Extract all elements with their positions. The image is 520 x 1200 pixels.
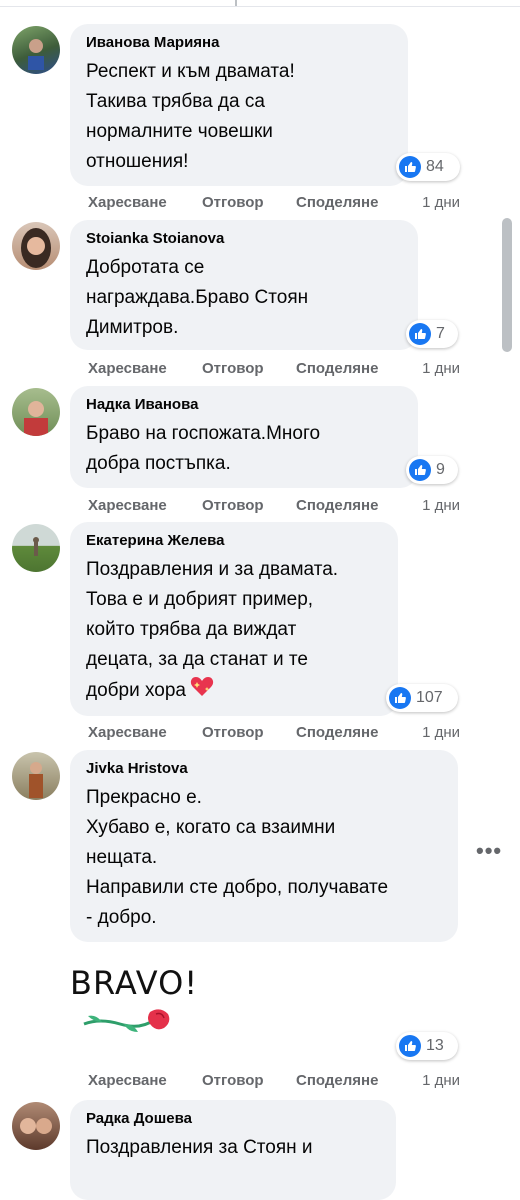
comment-author[interactable]: Иванова Марияна [86, 34, 392, 52]
avatar[interactable] [12, 388, 60, 436]
thumbs-up-icon [399, 1035, 421, 1057]
share-button[interactable]: Споделяне [296, 724, 414, 741]
timestamp[interactable]: 1 дни [422, 724, 460, 741]
thumbs-up-icon [399, 156, 421, 178]
reaction-number: 107 [416, 689, 443, 706]
reaction-number: 7 [436, 325, 445, 342]
like-button[interactable]: Харесване [88, 360, 202, 377]
like-button[interactable]: Харесване [88, 724, 202, 741]
sparkling-heart-icon [190, 675, 214, 707]
comment-text: Добротата се награждава.Браво Стоян Дими… [86, 257, 309, 338]
avatar[interactable] [12, 26, 60, 74]
comment-bubble: Надка Иванова Браво на госпожата.Много д… [70, 386, 418, 488]
reaction-count[interactable]: 13 [396, 1032, 458, 1060]
like-button[interactable]: Харесване [88, 497, 202, 514]
reply-button[interactable]: Отговор [202, 194, 296, 211]
comment-actions: Харесване Отговор Споделяне 1 дни [88, 724, 460, 741]
comment-author[interactable]: Екатерина Желева [86, 532, 382, 550]
timestamp[interactable]: 1 дни [422, 194, 460, 211]
rose-icon [83, 1009, 170, 1032]
comment-bubble: Екатерина Желева Поздравления и за двама… [70, 522, 398, 716]
comment-actions: Харесване Отговор Споделяне 1 дни [88, 497, 460, 514]
like-button[interactable]: Харесване [88, 1072, 202, 1089]
share-button[interactable]: Споделяне [296, 1072, 414, 1089]
reaction-number: 84 [426, 158, 444, 175]
thumbs-up-icon [409, 323, 431, 345]
thumbs-up-icon [389, 687, 411, 709]
timestamp[interactable]: 1 дни [422, 497, 460, 514]
comment-author[interactable]: Stoianka Stoianova [86, 230, 402, 248]
share-button[interactable]: Споделяне [296, 497, 414, 514]
reaction-count[interactable]: 84 [396, 153, 460, 181]
comment-bubble: Stoianka Stoianova Добротата се награжда… [70, 220, 418, 350]
comment-actions: Харесване Отговор Споделяне 1 дни [88, 360, 460, 377]
reply-button[interactable]: Отговор [202, 360, 296, 377]
sticker-text: BRAVO! [70, 964, 199, 1002]
reaction-number: 13 [426, 1037, 444, 1054]
scrollbar-thumb[interactable] [502, 218, 512, 352]
more-options-icon[interactable]: ••• [476, 838, 502, 864]
comment-text: Респект и към двамата! Такива трябва да … [86, 61, 295, 172]
comment-author[interactable]: Радка Дошева [86, 1110, 380, 1128]
reaction-count[interactable]: 107 [386, 684, 458, 712]
timestamp[interactable]: 1 дни [422, 1072, 460, 1089]
reaction-number: 9 [436, 461, 445, 478]
comment-author[interactable]: Jivka Hristova [86, 760, 442, 778]
avatar[interactable] [12, 1102, 60, 1150]
comment-bubble: Jivka Hristova Прекрасно е. Хубаво е, ко… [70, 750, 458, 942]
comment-text: Поздравления за Стоян и [86, 1137, 313, 1158]
like-button[interactable]: Харесване [88, 194, 202, 211]
reaction-count[interactable]: 7 [406, 320, 458, 348]
share-button[interactable]: Споделяне [296, 360, 414, 377]
avatar[interactable] [12, 222, 60, 270]
thumbs-up-icon [409, 459, 431, 481]
reply-button[interactable]: Отговор [202, 497, 296, 514]
avatar[interactable] [12, 524, 60, 572]
comment-bubble: Иванова Марияна Респект и към двамата! Т… [70, 24, 408, 186]
reply-button[interactable]: Отговор [202, 724, 296, 741]
comment-text: Поздравления и за двамата. Това е и добр… [86, 555, 382, 707]
timestamp[interactable]: 1 дни [422, 360, 460, 377]
comment-bubble: Радка Дошева Поздравления за Стоян и [70, 1100, 396, 1200]
comment-text: Прекрасно е. Хубаво е, когато са взаимни… [86, 787, 389, 928]
share-button[interactable]: Споделяне [296, 194, 414, 211]
comment-author[interactable]: Надка Иванова [86, 396, 402, 414]
comment-actions: Харесване Отговор Споделяне 1 дни [88, 1072, 460, 1089]
reply-button[interactable]: Отговор [202, 1072, 296, 1089]
reaction-count[interactable]: 9 [406, 456, 458, 484]
bravo-sticker: BRAVO! [70, 964, 200, 1044]
comment-text: Браво на госпожата.Много добра постъпка. [86, 423, 321, 474]
comment-actions: Харесване Отговор Споделяне 1 дни [88, 194, 460, 211]
avatar[interactable] [12, 752, 60, 800]
top-divider [0, 0, 520, 7]
